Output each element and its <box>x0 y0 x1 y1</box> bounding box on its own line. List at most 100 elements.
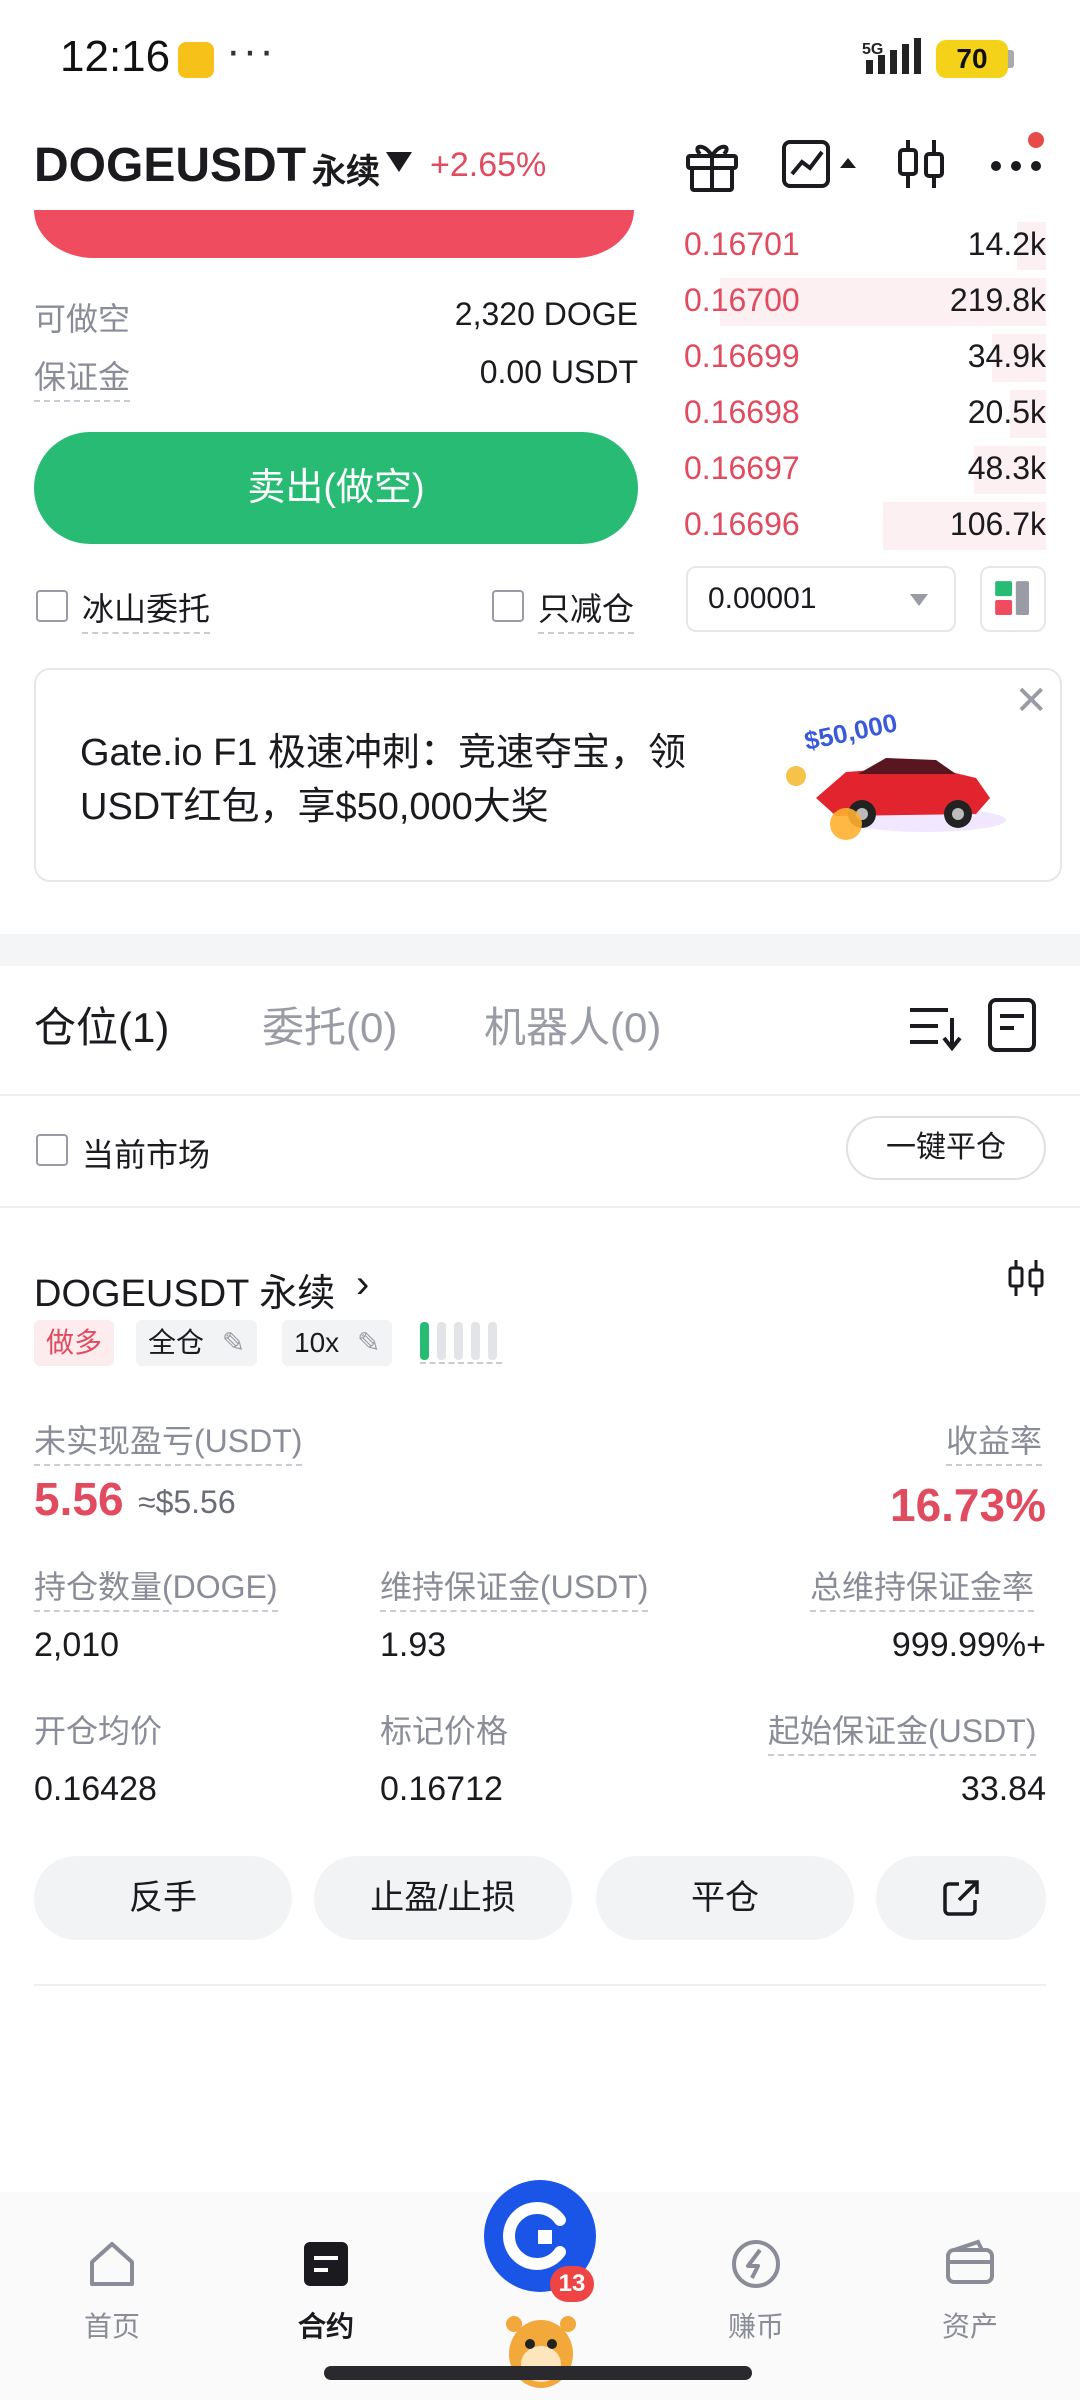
tab-bots[interactable]: 机器人(0) <box>484 994 661 1055</box>
section-divider <box>0 934 1080 966</box>
leverage-risk-bar <box>454 1322 463 1360</box>
status-time: 12:16 <box>60 32 171 81</box>
margin-ratio-value: 999.99%+ <box>891 1626 1046 1664</box>
orderbook-layout-icon[interactable] <box>980 566 1046 632</box>
ask-row[interactable]: 0.16700 219.8k <box>684 274 1046 330</box>
nav-earn[interactable]: 赚币 <box>686 2236 826 2345</box>
close-all-button[interactable]: 一键平仓 <box>846 1116 1046 1180</box>
side-badge: 做多 <box>34 1320 115 1366</box>
document-icon[interactable] <box>982 994 1042 1054</box>
initial-margin-label[interactable]: 起始保证金(USDT) <box>768 1706 1037 1756</box>
race-car-image: $50,000 <box>786 714 1006 840</box>
position-size-label[interactable]: 持仓数量(DOGE) <box>34 1562 278 1612</box>
chevron-right-icon[interactable]: › <box>356 1262 369 1307</box>
battery-indicator: 70 <box>936 40 1008 78</box>
unrealized-pnl-label[interactable]: 未实现盈亏(USDT) <box>34 1416 303 1466</box>
unrealized-pnl-usd: ≈$5.56 <box>138 1484 236 1520</box>
ask-price: 0.16700 <box>684 282 800 318</box>
maint-margin-label[interactable]: 维持保证金(USDT) <box>380 1562 649 1612</box>
banner-image-text: $50,000 <box>802 714 900 756</box>
home-indicator <box>324 2366 752 2380</box>
iceberg-checkbox[interactable] <box>36 590 68 622</box>
margin-mode-chip[interactable]: 全仓 ✎ <box>136 1320 258 1366</box>
wallet-icon <box>946 2239 994 2284</box>
ask-row[interactable]: 0.16698 20.5k <box>684 386 1046 442</box>
ask-price: 0.16701 <box>684 226 800 262</box>
price-change: +2.65% <box>430 146 547 184</box>
ask-size: 20.5k <box>967 394 1046 430</box>
gift-icon[interactable] <box>680 132 744 196</box>
card-divider <box>34 1984 1046 1986</box>
leverage-risk-bar <box>488 1322 497 1360</box>
reduce-only-checkbox[interactable] <box>492 590 524 622</box>
ask-row[interactable]: 0.16701 14.2k <box>684 218 1046 274</box>
tabs-divider <box>0 1094 1080 1096</box>
precision-select[interactable]: 0.00001 <box>686 566 956 632</box>
ask-size: 106.7k <box>949 506 1046 542</box>
notification-app-icon <box>178 42 214 78</box>
nav-home[interactable]: 首页 <box>42 2236 182 2345</box>
edit-icon: ✎ <box>356 1327 381 1358</box>
position-symbol[interactable]: DOGEUSDT 永续 <box>34 1262 335 1317</box>
ask-price: 0.16696 <box>684 506 800 542</box>
sort-icon[interactable] <box>904 996 964 1056</box>
margin-label[interactable]: 保证金 <box>34 352 131 402</box>
contract-type[interactable]: 永续 <box>312 144 380 193</box>
roe-label[interactable]: 收益率 <box>946 1416 1043 1466</box>
leverage-risk-bar <box>437 1322 446 1360</box>
reverse-button[interactable]: 反手 <box>34 1856 292 1940</box>
ask-price: 0.16698 <box>684 394 800 430</box>
entry-price-value: 0.16428 <box>34 1770 157 1808</box>
leverage-chip[interactable]: 10x ✎ <box>282 1320 393 1366</box>
futures-icon <box>304 2242 348 2286</box>
ask-size: 48.3k <box>967 450 1046 486</box>
leverage-risk-bar <box>420 1322 429 1360</box>
unrealized-pnl-value: 5.56 <box>34 1473 124 1525</box>
nav-earn-label: 赚币 <box>727 2311 784 2342</box>
tab-orders[interactable]: 委托(0) <box>262 994 397 1055</box>
signal-icon: 5G <box>862 38 921 74</box>
nav-futures-label: 合约 <box>297 2311 354 2342</box>
sell-short-button[interactable]: 卖出(做空) <box>34 432 638 544</box>
margin-ratio-label[interactable]: 总维持保证金率 <box>810 1562 1035 1612</box>
current-market-checkbox[interactable] <box>36 1134 68 1166</box>
filter-divider <box>0 1206 1080 1208</box>
initial-margin-value: 33.84 <box>960 1770 1046 1808</box>
mark-price-value: 0.16712 <box>380 1770 503 1808</box>
candlestick-icon[interactable] <box>890 132 954 196</box>
contract-symbol[interactable]: DOGEUSDT <box>34 138 306 193</box>
tp-sl-button[interactable]: 止盈/止损 <box>314 1856 572 1940</box>
position-size-value: 2,010 <box>34 1626 120 1664</box>
maint-margin-value: 1.93 <box>380 1626 447 1664</box>
edit-icon: ✎ <box>221 1327 246 1358</box>
reduce-only-label[interactable]: 只减仓 <box>538 584 635 634</box>
ask-row[interactable]: 0.16696 106.7k <box>684 498 1046 554</box>
short-available-label: 可做空 <box>34 301 131 337</box>
iceberg-label[interactable]: 冰山委托 <box>82 584 211 634</box>
ask-row[interactable]: 0.16697 48.3k <box>684 442 1046 498</box>
share-icon <box>943 1880 979 1916</box>
earn-icon <box>732 2240 780 2288</box>
roe-value: 16.73% <box>889 1479 1046 1531</box>
ask-size: 219.8k <box>949 282 1046 318</box>
candlestick-icon[interactable] <box>1004 1256 1048 1300</box>
promo-banner[interactable]: Gate.io F1 极速冲刺：竞速夺宝，领USDT红包，享$50,000大奖 … <box>34 668 1062 882</box>
nav-futures[interactable]: 合约 <box>256 2236 396 2345</box>
current-market-label[interactable]: 当前市场 <box>82 1130 210 1176</box>
home-icon <box>90 2242 134 2286</box>
share-button[interactable] <box>876 1856 1046 1940</box>
ask-size: 34.9k <box>967 338 1046 374</box>
ask-price: 0.16697 <box>684 450 800 486</box>
margin-value: 0.00 USDT <box>479 354 638 390</box>
leverage-risk-bars <box>420 1322 502 1364</box>
margin-mode-label: 全仓 <box>148 1327 205 1358</box>
nav-assets[interactable]: 资产 <box>900 2236 1040 2345</box>
nav-home-label: 首页 <box>83 2311 140 2342</box>
caret-down-icon[interactable] <box>386 152 412 172</box>
banner-text: Gate.io F1 极速冲刺：竞速夺宝，领USDT红包，享$50,000大奖 <box>80 732 686 828</box>
tab-positions[interactable]: 仓位(1) <box>34 994 169 1055</box>
ask-row[interactable]: 0.16699 34.9k <box>684 330 1046 386</box>
close-position-button[interactable]: 平仓 <box>596 1856 854 1940</box>
close-icon[interactable]: ✕ <box>1014 678 1048 724</box>
chart-icon[interactable] <box>778 132 866 196</box>
